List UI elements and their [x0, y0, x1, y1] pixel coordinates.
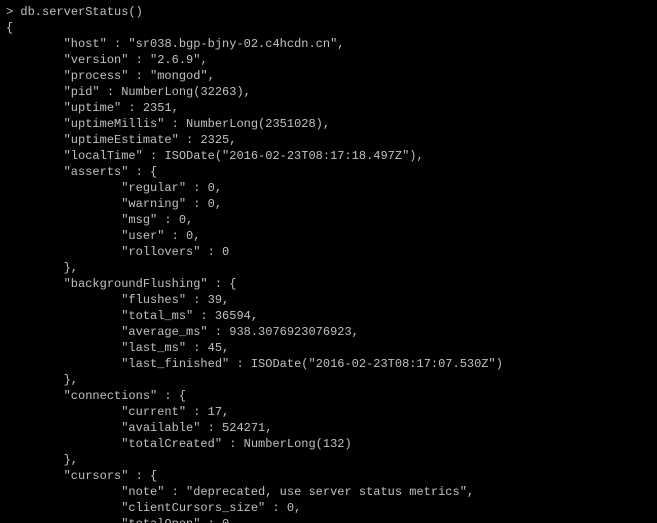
key: "current" — [121, 405, 186, 419]
value: ISODate("2016-02-23T08:17:07.530Z") — [251, 357, 503, 371]
key: "note" — [121, 485, 164, 499]
key: "backgroundFlushing" — [64, 277, 208, 291]
value: 0 — [287, 501, 294, 515]
key: "uptime" — [64, 101, 122, 115]
key: "msg" — [121, 213, 157, 227]
value: 2325 — [200, 133, 229, 147]
value: NumberLong(132) — [244, 437, 352, 451]
prompt: > — [6, 5, 20, 19]
key: "clientCursors_size" — [121, 501, 265, 515]
value: NumberLong(32263) — [121, 85, 243, 99]
value: 17 — [208, 405, 222, 419]
close-brace: }, — [64, 373, 78, 387]
value: "2.6.9" — [150, 53, 200, 67]
value: "sr038.bgp-bjny-02.c4hcdn.cn" — [128, 37, 337, 51]
key: "last_finished" — [121, 357, 229, 371]
key: "localTime" — [64, 149, 143, 163]
key: "average_ms" — [121, 325, 207, 339]
key: "available" — [121, 421, 200, 435]
value: 524271 — [222, 421, 265, 435]
value: 45 — [208, 341, 222, 355]
key: "user" — [121, 229, 164, 243]
key: "uptimeMillis" — [64, 117, 165, 131]
value: 938.3076923076923 — [229, 325, 351, 339]
close-brace: }, — [64, 453, 78, 467]
key: "rollovers" — [121, 245, 200, 259]
key: "version" — [64, 53, 129, 67]
key: "regular" — [121, 181, 186, 195]
key: "total_ms" — [121, 309, 193, 323]
value: 0 — [179, 213, 186, 227]
command-text: db.serverStatus() — [20, 5, 142, 19]
key: "last_ms" — [121, 341, 186, 355]
value: 2351 — [143, 101, 172, 115]
close-brace: }, — [64, 261, 78, 275]
value: "mongod" — [150, 69, 208, 83]
key: "asserts" — [64, 165, 129, 179]
key: "cursors" — [64, 469, 129, 483]
terminal-output[interactable]: > db.serverStatus() { "host" : "sr038.bg… — [0, 0, 657, 523]
value: ISODate("2016-02-23T08:17:18.497Z") — [164, 149, 416, 163]
value: 0 — [208, 197, 215, 211]
key: "connections" — [64, 389, 158, 403]
value: 39 — [208, 293, 222, 307]
key: "host" — [64, 37, 107, 51]
key: "pid" — [64, 85, 100, 99]
key: "totalOpen" — [121, 517, 200, 523]
output-line: { — [6, 21, 13, 35]
key: "flushes" — [121, 293, 186, 307]
value: 0 — [222, 245, 229, 259]
key: "warning" — [121, 197, 186, 211]
value: NumberLong(2351028) — [186, 117, 323, 131]
value: 0 — [208, 181, 215, 195]
key: "process" — [64, 69, 129, 83]
key: "uptimeEstimate" — [64, 133, 179, 147]
value: 36594 — [215, 309, 251, 323]
value: "deprecated, use server status metrics" — [186, 485, 467, 499]
key: "totalCreated" — [121, 437, 222, 451]
